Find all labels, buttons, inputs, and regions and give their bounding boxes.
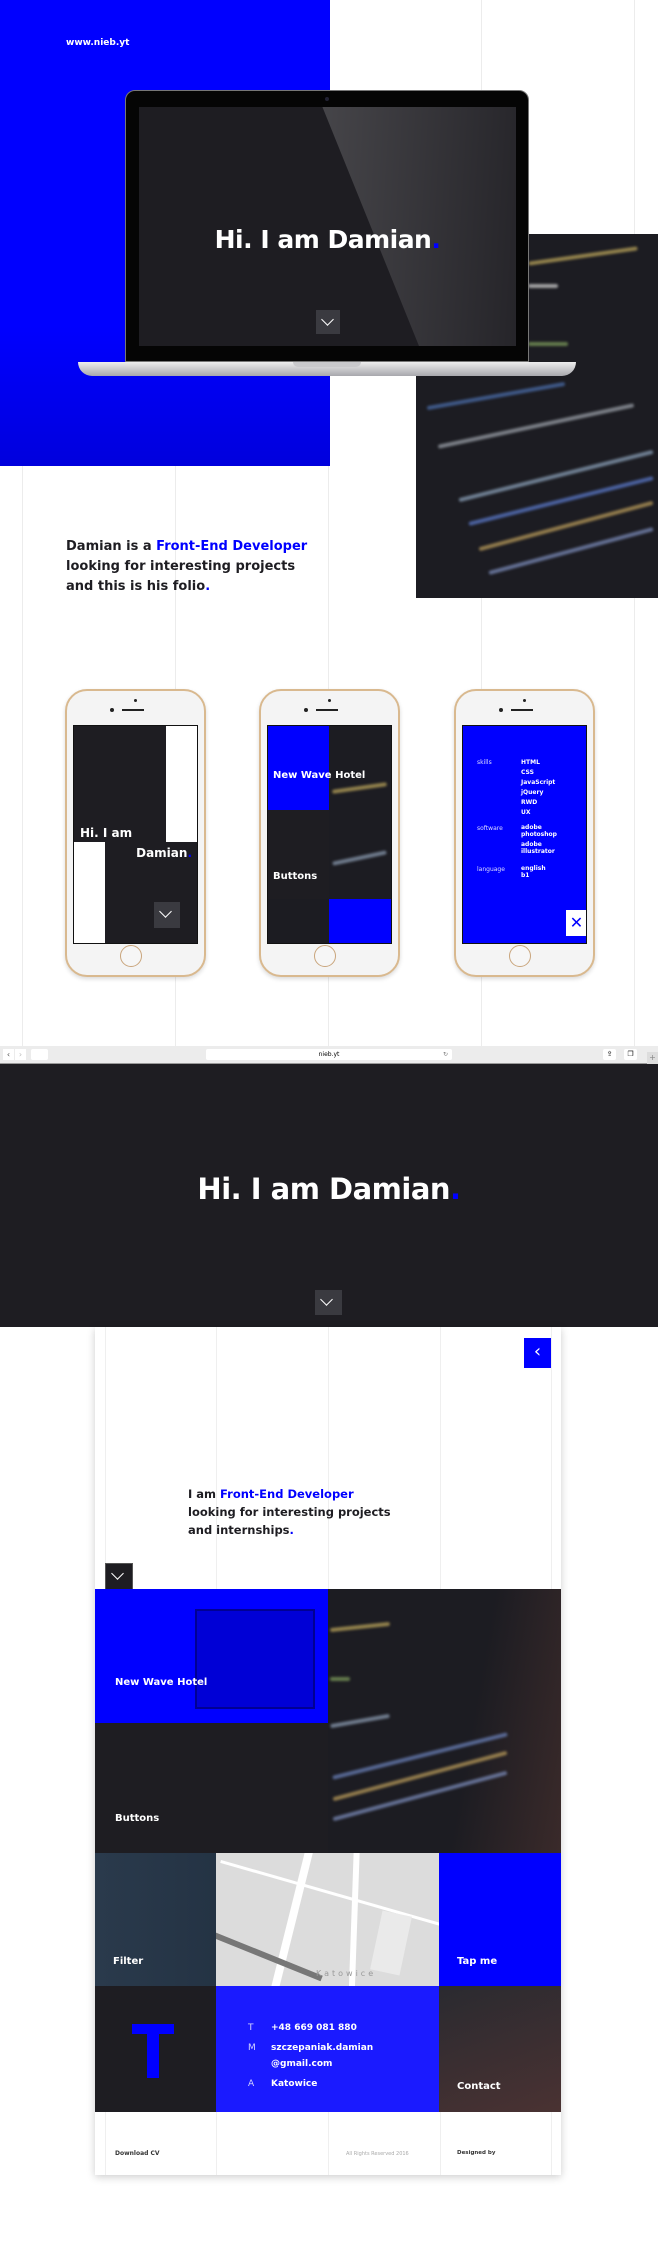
back-button[interactable]: ‹ bbox=[3, 1049, 14, 1060]
tabs-button[interactable]: ❐ bbox=[624, 1049, 637, 1060]
map-label: Katowice bbox=[316, 1969, 377, 1978]
code-image bbox=[328, 1589, 561, 1853]
address: Katowice bbox=[271, 2079, 318, 2089]
skills-list: skills HTML CSS JavaScript jQuery RWD UX soft… bbox=[477, 759, 557, 879]
phone-mockup-3: skills HTML CSS JavaScript jQuery RWD UX soft… bbox=[454, 689, 595, 977]
browser-toolbar: ‹ › nieb.yt ↻ ⇪ ❐ + bbox=[0, 1046, 658, 1064]
laptop-base bbox=[78, 362, 576, 376]
phone2-project2: Buttons bbox=[273, 871, 318, 882]
about-paragraph: I am Front-End Developer looking for int… bbox=[188, 1487, 391, 1537]
chevron-down-icon bbox=[154, 902, 180, 928]
scroll-down-button[interactable] bbox=[316, 310, 340, 334]
tile-filter[interactable]: Filter bbox=[95, 1853, 216, 1986]
back-arrow-button[interactable]: ‹ bbox=[524, 1338, 551, 1368]
phone-mockup-2: New Wave Hotel Buttons bbox=[259, 689, 400, 977]
map[interactable]: Katowice bbox=[216, 1853, 439, 1986]
site-url[interactable]: www.nieb.yt bbox=[66, 38, 129, 48]
home-button bbox=[509, 945, 531, 967]
phone2-project1: New Wave Hotel bbox=[273, 770, 366, 781]
scroll-down-button[interactable] bbox=[315, 1290, 342, 1315]
camera-icon bbox=[325, 97, 329, 101]
new-tab-button[interactable]: + bbox=[647, 1052, 658, 1064]
site-page: ‹ I am Front-End Developer looking for i… bbox=[95, 1327, 561, 2175]
email[interactable]: szczepaniak.damian bbox=[271, 2043, 373, 2053]
tile-tap-me[interactable]: Tap me bbox=[439, 1853, 561, 1986]
phone1-line1: Hi. I am bbox=[80, 826, 133, 840]
address-bar[interactable]: nieb.yt ↻ bbox=[206, 1049, 452, 1060]
laptop: Hi. I am Damian. bbox=[125, 90, 529, 362]
designed-by: Designed by bbox=[457, 2150, 496, 2156]
close-icon: ✕ bbox=[566, 910, 586, 936]
hero-section: Hi. I am Damian. bbox=[0, 1064, 658, 1327]
reload-icon: ↻ bbox=[442, 1051, 448, 1058]
phone-number[interactable]: +48 669 081 880 bbox=[271, 2023, 357, 2033]
share-button[interactable]: ⇪ bbox=[603, 1049, 616, 1060]
home-button bbox=[120, 945, 142, 967]
phone-mockup-1: Hi. I am Damian. bbox=[65, 689, 206, 977]
hero-heading: Hi. I am Damian. bbox=[197, 1172, 461, 1206]
contact-info: T +48 669 081 880 M szczepaniak.damian @… bbox=[216, 1986, 439, 2112]
copyright: All Rights Reserved 2016 bbox=[346, 2151, 409, 2157]
logo-tile bbox=[95, 1986, 216, 2112]
intro-paragraph: Damian is a Front-End Developer looking … bbox=[66, 539, 308, 594]
home-button bbox=[314, 945, 336, 967]
tile-new-wave-hotel[interactable]: New Wave Hotel bbox=[95, 1589, 328, 1723]
download-cv-link[interactable]: Download CV bbox=[115, 2150, 160, 2157]
sidebar-button[interactable] bbox=[31, 1049, 48, 1060]
tile-contact[interactable]: Contact bbox=[439, 1986, 561, 2112]
laptop-screen: Hi. I am Damian. bbox=[139, 107, 516, 346]
tile-buttons[interactable]: Buttons bbox=[95, 1723, 328, 1853]
laptop-heading: Hi. I am Damian. bbox=[214, 225, 441, 254]
phone1-line2: Damian. bbox=[136, 846, 192, 860]
forward-button[interactable]: › bbox=[15, 1049, 26, 1060]
